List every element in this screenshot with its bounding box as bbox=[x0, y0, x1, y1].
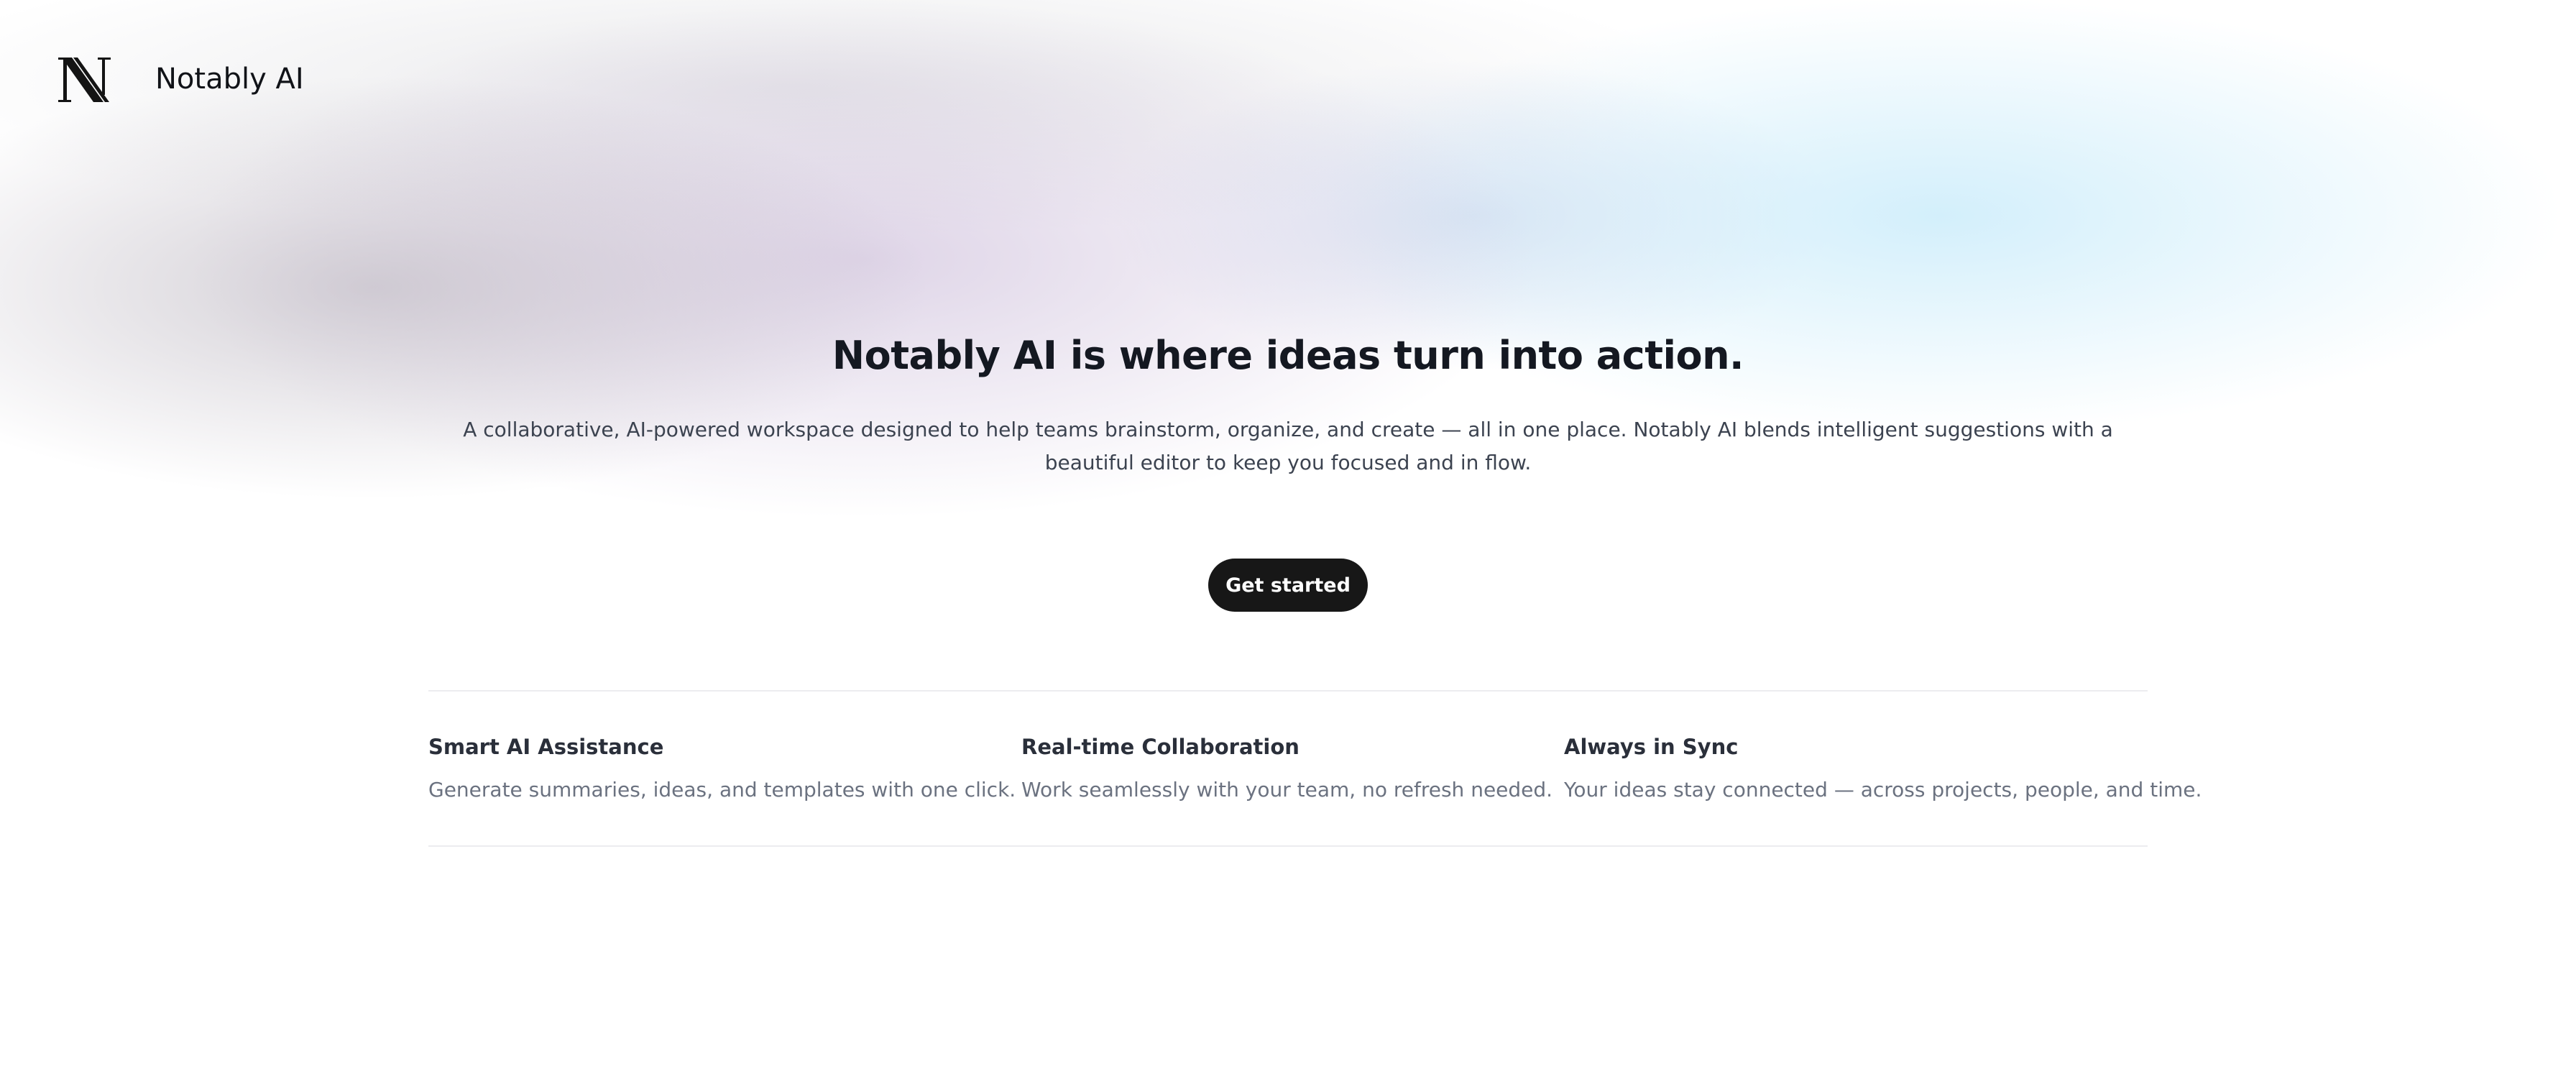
feature-real-time-collaboration: Real-time Collaboration Work seamlessly … bbox=[1021, 730, 1552, 807]
hero-background-gradient bbox=[0, 0, 2576, 1084]
hero-subtitle: A collaborative, AI-powered workspace de… bbox=[463, 418, 2113, 474]
feature-title: Always in Sync bbox=[1564, 735, 1739, 759]
features-top-divider bbox=[428, 690, 2148, 692]
brand-name[interactable]: Notably AI bbox=[155, 63, 304, 96]
site-header: Notably AI bbox=[56, 50, 304, 108]
notably-n-logo-icon[interactable] bbox=[56, 50, 114, 108]
feature-description: Work seamlessly with your team, no refre… bbox=[1021, 778, 1553, 801]
feature-always-in-sync: Always in Sync Your ideas stay connected… bbox=[1564, 730, 2202, 807]
hero-title: Notably AI is where ideas turn into acti… bbox=[832, 333, 1744, 378]
get-started-button[interactable]: Get started bbox=[1208, 559, 1368, 612]
hero-section: Notably AI is where ideas turn into acti… bbox=[428, 327, 2148, 479]
feature-smart-ai-assistance: Smart AI Assistance Generate summaries, … bbox=[428, 730, 1016, 807]
feature-title: Smart AI Assistance bbox=[428, 735, 664, 759]
hero-background-fade bbox=[0, 0, 2576, 1084]
features-bottom-divider bbox=[428, 845, 2148, 847]
feature-description: Generate summaries, ideas, and templates… bbox=[428, 778, 1016, 801]
feature-description: Your ideas stay connected — across proje… bbox=[1564, 778, 2202, 801]
feature-title: Real-time Collaboration bbox=[1021, 735, 1300, 759]
